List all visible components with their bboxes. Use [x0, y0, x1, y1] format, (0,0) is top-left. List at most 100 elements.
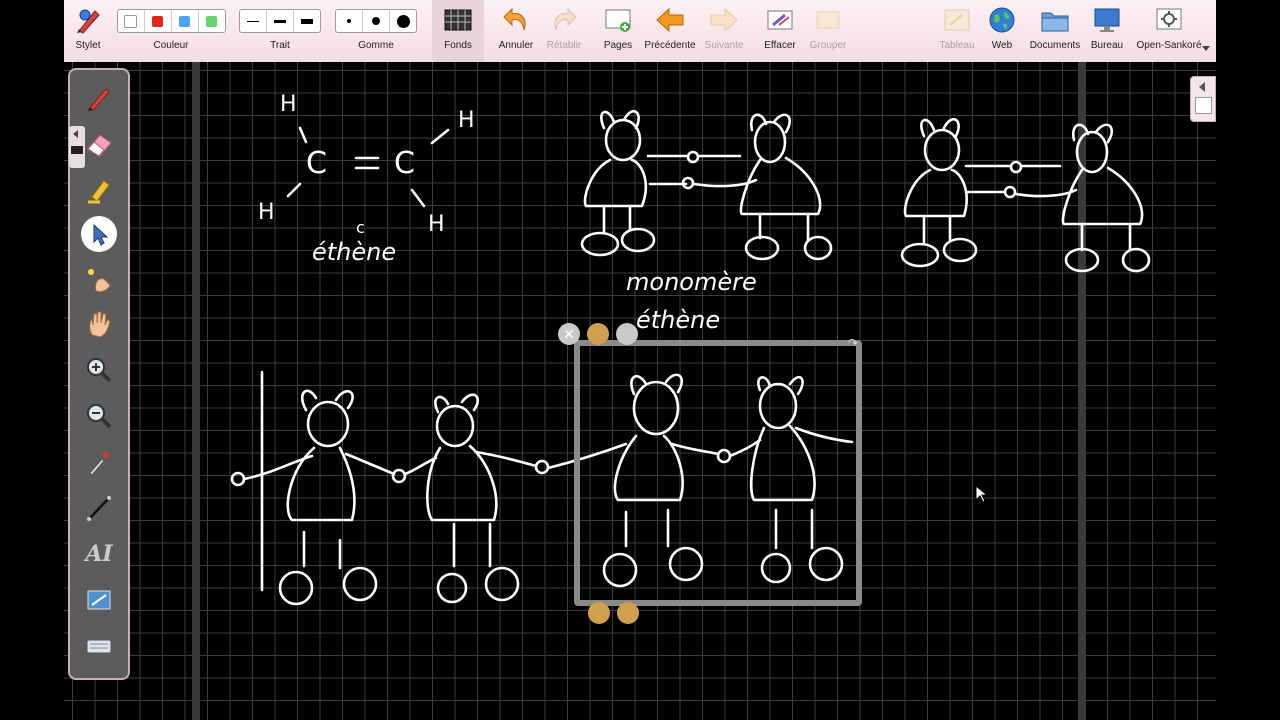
board-mode-button[interactable]: Tableau — [930, 0, 984, 62]
stroke-selector — [239, 9, 321, 33]
stroke-label: Trait — [270, 40, 290, 51]
documents-label: Documents — [1029, 40, 1081, 51]
settings-icon — [1156, 8, 1182, 30]
add-page-icon — [605, 9, 631, 32]
move-backward-icon[interactable] — [588, 602, 610, 624]
text-icon: AI — [85, 541, 113, 567]
close-icon[interactable]: ✕ — [558, 323, 580, 345]
documents-button[interactable]: Documents — [1026, 0, 1084, 62]
color-blue-swatch[interactable] — [172, 10, 199, 32]
stroke-medium-option[interactable] — [267, 10, 294, 32]
color-red-swatch[interactable] — [145, 10, 172, 32]
stroke-thin-option[interactable] — [240, 10, 267, 32]
globe-icon — [989, 7, 1015, 33]
pages-button[interactable]: Pages — [594, 0, 642, 62]
stroke-group: Trait — [239, 0, 321, 62]
capture-icon — [87, 590, 111, 610]
color-selector — [116, 9, 226, 33]
virtual-keyboard-tool[interactable] — [81, 628, 117, 664]
monomer-label: monomère — [626, 268, 757, 296]
hand-icon — [89, 311, 111, 338]
zoom-out-tool[interactable] — [81, 398, 117, 434]
undo-button[interactable]: Annuler — [492, 0, 540, 62]
chevron-down-icon[interactable] — [616, 323, 638, 345]
arrow-left-icon — [656, 7, 684, 33]
color-green-swatch[interactable] — [199, 10, 225, 32]
eraser-label: Gomme — [358, 40, 394, 51]
atom-c-label: C — [306, 146, 327, 181]
board-icon — [944, 9, 970, 31]
clear-button[interactable]: Effacer — [756, 0, 804, 62]
desktop-button[interactable]: Bureau — [1084, 0, 1130, 62]
atom-h-label: H — [428, 212, 445, 237]
next-label: Suivante — [704, 40, 744, 51]
eraser-size-selector — [335, 9, 417, 33]
stylet-icon — [77, 9, 100, 34]
eyedropper-icon — [89, 451, 110, 476]
zoom-in-icon — [87, 358, 112, 383]
eraser-size-group: Gomme — [335, 0, 417, 62]
arrow-right-icon — [710, 7, 738, 33]
stylet-button[interactable]: Stylet — [64, 0, 112, 62]
hand-tool[interactable] — [81, 306, 117, 342]
redo-label: Rétablir — [546, 40, 582, 51]
tool-palette: AI — [68, 68, 130, 680]
board-divider — [1078, 62, 1086, 720]
library-panel-toggle[interactable] — [1190, 76, 1216, 122]
eraser-medium-option[interactable] — [363, 10, 390, 32]
highlighter-tool[interactable] — [81, 172, 117, 208]
group-button[interactable]: Grouper — [804, 0, 852, 62]
eraser-icon — [87, 134, 112, 157]
eyedropper-tool[interactable] — [81, 444, 117, 480]
web-label: Web — [991, 40, 1013, 51]
move-forward-icon[interactable] — [617, 602, 639, 624]
atom-h-label: H — [280, 92, 297, 117]
web-button[interactable]: Web — [984, 0, 1020, 62]
eraser-tool[interactable] — [81, 126, 117, 162]
next-page-button[interactable]: Suivante — [698, 0, 750, 62]
rotate-handle-icon[interactable]: ↷ — [848, 336, 862, 350]
color-label: Couleur — [153, 40, 189, 51]
previous-page-button[interactable]: Précédente — [642, 0, 698, 62]
chevron-left-icon — [73, 130, 78, 138]
background-button[interactable]: Fonds — [432, 0, 484, 62]
group-label: Grouper — [809, 40, 847, 51]
clear-icon — [767, 10, 793, 30]
pen-tool[interactable] — [81, 80, 117, 116]
eraser-small-option[interactable] — [336, 10, 363, 32]
select-tool[interactable] — [81, 216, 117, 252]
zoom-in-tool[interactable] — [81, 352, 117, 388]
background-label: Fonds — [444, 40, 472, 51]
laser-pointer-icon — [88, 269, 111, 293]
capture-tool[interactable] — [81, 582, 117, 618]
color-white-swatch[interactable] — [118, 10, 145, 32]
board-divider — [192, 62, 200, 720]
library-icon — [1195, 97, 1212, 114]
open-sankore-label: Open-Sankoré — [1136, 40, 1202, 51]
undo-icon — [503, 7, 526, 31]
selection-frame[interactable] — [574, 340, 862, 606]
stroke-thick-option[interactable] — [294, 10, 320, 32]
accent-mark: c — [356, 218, 365, 237]
previous-label: Précédente — [644, 40, 696, 51]
duplicate-icon[interactable] — [587, 323, 609, 345]
laser-pointer-tool[interactable] — [81, 262, 117, 298]
undo-label: Annuler — [498, 40, 534, 51]
pages-label: Pages — [603, 40, 633, 51]
chevron-left-icon — [1199, 82, 1205, 92]
menu-dropdown-icon[interactable] — [1202, 46, 1210, 51]
atom-h-label: H — [458, 108, 475, 133]
redo-icon — [554, 7, 577, 31]
open-sankore-button[interactable]: Open-Sankoré — [1132, 0, 1206, 62]
zoom-out-icon — [87, 404, 112, 429]
main-toolbar: Stylet Couleur Trait Gomme Fonds Annuler… — [64, 0, 1216, 63]
redo-button[interactable]: Rétablir — [540, 0, 588, 62]
monitor-icon — [1094, 8, 1120, 32]
eraser-large-option[interactable] — [390, 10, 416, 32]
keyboard-icon — [86, 639, 112, 654]
text-tool[interactable]: AI — [81, 536, 117, 572]
board-mode-label: Tableau — [939, 40, 975, 51]
desktop-label: Bureau — [1090, 40, 1124, 51]
grid-background-icon — [444, 9, 472, 31]
line-tool[interactable] — [81, 490, 117, 526]
